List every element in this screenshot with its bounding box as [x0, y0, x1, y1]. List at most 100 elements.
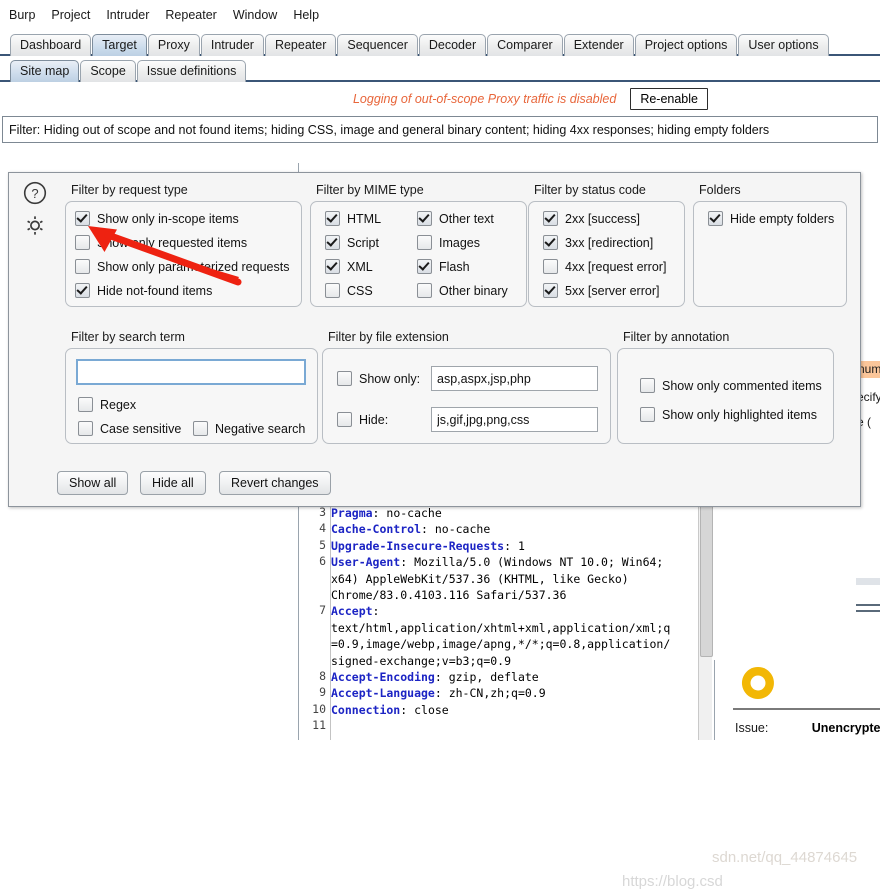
menu-item-window[interactable]: Window [232, 6, 278, 24]
tab-decoder[interactable]: Decoder [418, 34, 487, 56]
clipped-divider-2 [856, 610, 880, 612]
header-name: Pragma [331, 506, 373, 520]
checkbox-xml[interactable] [325, 259, 340, 274]
tab-target[interactable]: Target [92, 34, 147, 56]
checkbox-row-flash[interactable]: Flash [417, 259, 470, 274]
checkbox-3xx[interactable] [543, 235, 558, 250]
checkbox-row-in-scope[interactable]: Show only in-scope items [75, 211, 239, 226]
checkbox-case-sensitive[interactable] [78, 421, 93, 436]
checkbox-in-scope[interactable] [75, 211, 90, 226]
checkbox-row-3xx[interactable]: 3xx [redirection] [543, 235, 653, 250]
checkbox-row-other-text[interactable]: Other text [417, 211, 494, 226]
checkbox-row-show-only-ext[interactable]: Show only: [337, 371, 420, 386]
checkbox-row-2xx[interactable]: 2xx [success] [543, 211, 640, 226]
checkbox-row-script[interactable]: Script [325, 235, 379, 250]
header-name: Connection [331, 702, 401, 717]
checkbox-hide-empty-folders[interactable] [708, 211, 723, 226]
checkbox-label: CSS [347, 283, 373, 298]
gear-icon[interactable] [23, 213, 47, 237]
menu-item-help[interactable]: Help [292, 6, 320, 24]
search-term-group: Regex Case sensitive Negative search [65, 348, 318, 444]
checkbox-row-negative-search[interactable]: Negative search [193, 421, 305, 436]
checkbox-row-case-sensitive[interactable]: Case sensitive [78, 421, 181, 436]
request-viewer[interactable]: 3 4 5 6 7 8 9 10 11 Pragma: no-cache Cache-Contro… [300, 503, 713, 740]
tab-dashboard[interactable]: Dashboard [10, 34, 92, 56]
issue-divider [733, 708, 880, 710]
checkbox-flash[interactable] [417, 259, 432, 274]
tab-repeater[interactable]: Repeater [264, 34, 337, 56]
tab-project-options[interactable]: Project options [634, 34, 738, 56]
checkbox-row-4xx[interactable]: 4xx [request error] [543, 259, 666, 274]
question-mark-icon[interactable]: ? [23, 181, 47, 205]
checkbox-row-5xx[interactable]: 5xx [server error] [543, 283, 659, 298]
tab-scope[interactable]: Scope [80, 60, 136, 82]
checkbox-hide-ext[interactable] [337, 412, 352, 427]
checkbox-other-text[interactable] [417, 211, 432, 226]
checkbox-2xx[interactable] [543, 211, 558, 226]
checkbox-row-requested[interactable]: Show only requested items [75, 235, 247, 250]
revert-changes-button[interactable]: Revert changes [219, 471, 331, 495]
menu-item-burp[interactable]: Burp [8, 6, 36, 24]
checkbox-row-not-found[interactable]: Hide not-found items [75, 283, 212, 298]
hide-extensions-input[interactable] [431, 407, 598, 432]
tab-comparer[interactable]: Comparer [487, 34, 563, 56]
menu-item-project[interactable]: Project [50, 6, 91, 24]
tab-site-map[interactable]: Site map [10, 60, 80, 82]
checkbox-4xx[interactable] [543, 259, 558, 274]
checkbox-html[interactable] [325, 211, 340, 226]
checkbox-row-commented[interactable]: Show only commented items [640, 378, 822, 393]
header-name: Cache-Control [331, 522, 422, 537]
checkbox-other-binary[interactable] [417, 283, 432, 298]
request-code[interactable]: Pragma: no-cache Cache-Control: no-cache U… [331, 503, 698, 740]
mime-type-label: Filter by MIME type [316, 183, 424, 197]
watermark-user: sdn.net/qq_44874645 [712, 849, 858, 866]
header-value: : Mozilla/5.0 (Windows NT 10.0; Win64; [400, 555, 664, 570]
show-all-button[interactable]: Show all [57, 471, 129, 495]
tab-proxy[interactable]: Proxy [147, 34, 200, 56]
checkbox-show-only-ext[interactable] [337, 371, 352, 386]
checkbox-regex[interactable] [78, 397, 93, 412]
checkbox-css[interactable] [325, 283, 340, 298]
re-enable-button[interactable]: Re-enable [630, 88, 708, 110]
checkbox-script[interactable] [325, 235, 340, 250]
checkbox-row-hide-empty-folders[interactable]: Hide empty folders [708, 211, 834, 226]
tab-intruder[interactable]: Intruder [200, 34, 264, 56]
checkbox-highlighted-items[interactable] [640, 407, 655, 422]
menu-item-repeater[interactable]: Repeater [164, 6, 217, 24]
tab-user-options[interactable]: User options [738, 34, 829, 56]
checkbox-row-hide-ext[interactable]: Hide: [337, 412, 388, 427]
checkbox-row-regex[interactable]: Regex [78, 397, 136, 412]
checkbox-row-images[interactable]: Images [417, 235, 480, 250]
checkbox-parameterized[interactable] [75, 259, 90, 274]
header-value: signed-exchange;v=b3;q=0.9 [331, 653, 512, 668]
checkbox-row-html[interactable]: HTML [325, 211, 381, 226]
filter-summary-bar[interactable]: Filter: Hiding out of scope and not foun… [2, 116, 878, 143]
tab-extender[interactable]: Extender [563, 34, 634, 56]
checkbox-commented-items[interactable] [640, 378, 655, 393]
checkbox-negative-search[interactable] [193, 421, 208, 436]
logging-banner-text: Logging of out-of-scope Proxy traffic is… [352, 92, 617, 106]
checkbox-label: Show only commented items [662, 378, 822, 393]
menu-item-intruder[interactable]: Intruder [105, 6, 150, 24]
checkbox-row-xml[interactable]: XML [325, 259, 373, 274]
checkbox-row-parameterized[interactable]: Show only parameterized requests [75, 259, 289, 274]
request-line: signed-exchange;v=b3;q=0.9 [331, 653, 511, 669]
tab-sequencer[interactable]: Sequencer [337, 34, 418, 56]
checkbox-not-found[interactable] [75, 283, 90, 298]
request-line: x64) AppleWebKit/537.36 (KHTML, like Gec… [331, 571, 629, 587]
checkbox-images[interactable] [417, 235, 432, 250]
checkbox-row-css[interactable]: CSS [325, 283, 373, 298]
checkbox-requested[interactable] [75, 235, 90, 250]
header-value: : no-cache [421, 522, 491, 537]
checkbox-row-other-binary[interactable]: Other binary [417, 283, 508, 298]
show-only-label: Show only: [359, 371, 421, 386]
checkbox-5xx[interactable] [543, 283, 558, 298]
request-scrollbar[interactable] [698, 503, 713, 740]
show-only-extensions-input[interactable] [431, 366, 598, 391]
checkbox-label: Show only requested items [97, 235, 248, 250]
tab-issue-definitions[interactable]: Issue definitions [136, 60, 247, 82]
checkbox-row-highlighted[interactable]: Show only highlighted items [640, 407, 817, 422]
hide-all-button[interactable]: Hide all [140, 471, 206, 495]
search-input[interactable] [76, 359, 306, 385]
request-scrollbar-thumb[interactable] [700, 505, 713, 657]
